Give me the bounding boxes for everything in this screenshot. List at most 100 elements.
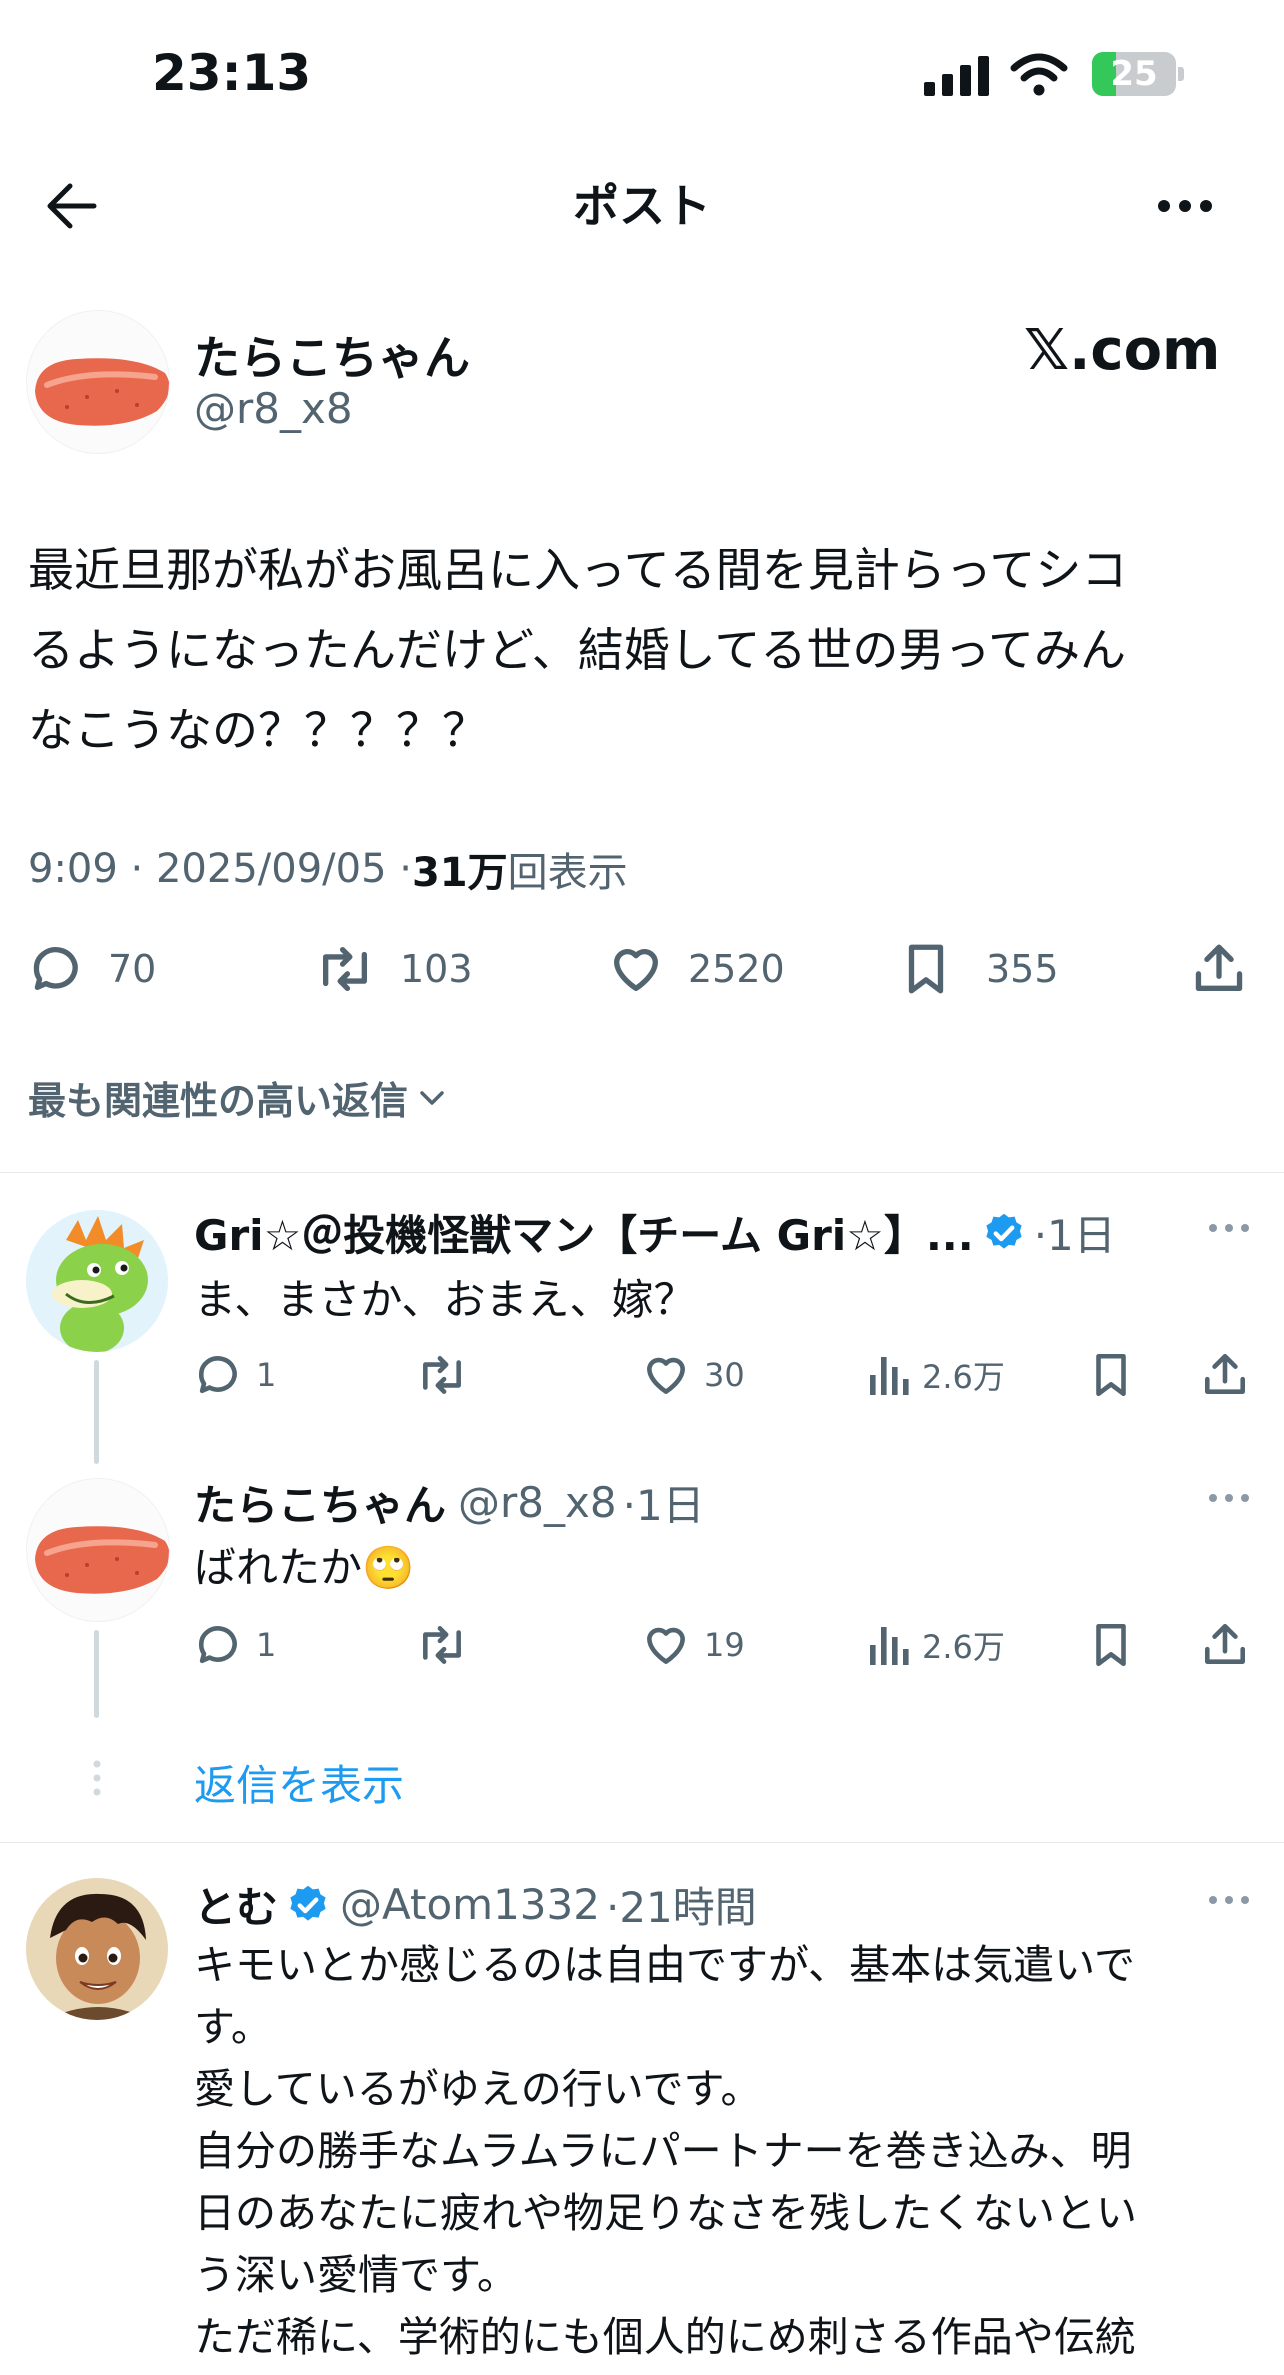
share-button[interactable] xyxy=(1190,940,1248,998)
post-meta: 9:09 · 2025/09/05 · 31万 回表示 xyxy=(28,840,628,898)
signal-icon xyxy=(924,56,992,96)
post-text-line: 最近旦那が私がお風呂に入ってる間を見計らってシコ xyxy=(28,543,1128,597)
views-action[interactable]: 2.6万 xyxy=(866,1620,1005,1670)
tarako-avatar-icon xyxy=(27,311,169,453)
reply-time[interactable]: ·1日 xyxy=(1034,1202,1116,1263)
reply-action[interactable]: 1 xyxy=(194,1350,276,1400)
reply-handle[interactable]: @r8_x8 xyxy=(458,1478,617,1527)
post-text-line: なこうなの？？？？？ xyxy=(28,703,488,757)
like-count: 30 xyxy=(704,1356,745,1394)
avatar[interactable] xyxy=(26,1210,168,1352)
repost-action[interactable] xyxy=(414,1350,470,1400)
thread-continuation-icon xyxy=(93,1760,101,1796)
reply-sort-dropdown[interactable]: 最も関連性の高い返信 xyxy=(28,1070,450,1125)
reply-action[interactable]: 1 xyxy=(194,1620,276,1670)
like-action[interactable]: 2520 xyxy=(606,940,785,998)
bookmark-action[interactable] xyxy=(1088,1620,1134,1670)
repost-icon xyxy=(423,1356,461,1394)
bookmark-count: 355 xyxy=(986,947,1059,991)
post-display-name[interactable]: たらこちゃん xyxy=(194,322,470,388)
reply-text-line: ただ稀に、学術的にも個人的にめ刺さる作品や伝統 xyxy=(194,2313,1136,2361)
reply-sort-label: 最も関連性の高い返信 xyxy=(28,1079,409,1123)
show-replies-link[interactable]: 返信を表示 xyxy=(194,1752,404,1813)
share-icon xyxy=(1195,944,1243,991)
thread-line xyxy=(94,1360,99,1464)
avatar[interactable] xyxy=(26,310,170,454)
like-count: 19 xyxy=(704,1626,745,1664)
reply-header: たらこちゃん @r8_x8 ·1日 xyxy=(194,1472,705,1533)
post-text: 最近旦那が私がお風呂に入ってる間を見計らってシコ るようになったんだけど、結婚し… xyxy=(28,530,1127,770)
more-horizontal-icon xyxy=(1209,1224,1249,1232)
reply-text-line: 自分の勝手なムラムラにパートナーを巻き込み、明 xyxy=(194,2127,1132,2175)
like-count: 2520 xyxy=(688,947,785,991)
heart-icon xyxy=(647,1627,685,1664)
reply-text-line: す。 xyxy=(194,2003,272,2051)
reply-time[interactable]: ·21時間 xyxy=(606,1874,757,1935)
chevron-down-icon xyxy=(420,1090,444,1105)
divider xyxy=(0,1842,1284,1843)
repost-icon xyxy=(323,947,367,991)
bookmark-icon xyxy=(908,944,944,994)
reply-time[interactable]: ·1日 xyxy=(623,1472,705,1533)
views-count: 31万 xyxy=(411,850,508,896)
reply-icon xyxy=(198,1626,237,1664)
battery-level: 25 xyxy=(1110,54,1158,94)
reply-display-name[interactable]: Gri☆＠投機怪獣マン【チーム Gri☆】... xyxy=(194,1202,974,1263)
reply-more-button[interactable] xyxy=(1206,1216,1252,1240)
status-time: 23:13 xyxy=(152,44,312,102)
reply-display-name[interactable]: とむ xyxy=(194,1874,278,1935)
reply-text: キモいとか感じるのは自由ですが、基本は気遣いで す。 愛しているがゆえの行いです… xyxy=(194,1934,1137,2368)
bookmark-action[interactable]: 355 xyxy=(900,940,1059,998)
more-horizontal-icon xyxy=(1209,1494,1249,1502)
post-timestamp[interactable]: 9:09 · 2025/09/05 · xyxy=(28,846,412,892)
reply-text-line: キモいとか感じるのは自由ですが、基本は気遣いで xyxy=(194,1941,1135,1989)
bookmark-action[interactable] xyxy=(1088,1350,1134,1400)
heart-icon xyxy=(647,1357,685,1394)
reply-text-line: 日のあなたに疲れや物足りなさを残したくないとい xyxy=(194,2189,1137,2237)
views-action[interactable]: 2.6万 xyxy=(866,1350,1005,1400)
reply-count: 70 xyxy=(108,947,157,991)
avatar[interactable] xyxy=(26,1478,170,1622)
battery-icon: 25 xyxy=(1092,52,1184,96)
reply-icon xyxy=(33,947,78,991)
reply-more-button[interactable] xyxy=(1206,1888,1252,1912)
status-bar: 23:13 25 xyxy=(0,0,1284,150)
repost-action[interactable] xyxy=(414,1620,470,1670)
verified-badge-icon xyxy=(290,1885,326,1921)
wifi-icon xyxy=(1010,52,1068,96)
reply-count: 1 xyxy=(256,1356,277,1394)
bookmark-icon xyxy=(1096,1353,1126,1397)
views-count: 2.6万 xyxy=(922,1628,1005,1666)
reply-text: ばれたか🙄 xyxy=(194,1543,415,1592)
reply-display-name[interactable]: たらこちゃん xyxy=(194,1472,446,1533)
reply-header: Gri☆＠投機怪獣マン【チーム Gri☆】... ·1日 xyxy=(194,1202,1116,1263)
like-action[interactable]: 30 xyxy=(640,1350,745,1400)
share-button[interactable] xyxy=(1200,1620,1250,1670)
more-options-button[interactable] xyxy=(1150,186,1220,226)
avatar[interactable] xyxy=(26,1878,168,2020)
reply-handle[interactable]: @Atom1332 xyxy=(340,1880,600,1929)
analytics-icon xyxy=(870,1627,909,1665)
divider xyxy=(0,1172,1284,1173)
verified-badge-icon xyxy=(986,1213,1022,1249)
reply-more-button[interactable] xyxy=(1206,1486,1252,1510)
reply-action[interactable]: 70 xyxy=(28,940,156,998)
share-button[interactable] xyxy=(1200,1350,1250,1400)
views-label: 回表示 xyxy=(507,850,628,896)
reply-text-line: う深い愛情です。 xyxy=(194,2251,518,2299)
bookmark-icon xyxy=(1096,1623,1126,1667)
thread-dots xyxy=(92,1758,102,1798)
reply-icon xyxy=(198,1356,237,1394)
reply-header: とむ @Atom1332 ·21時間 xyxy=(194,1874,757,1935)
reply-count: 1 xyxy=(256,1626,277,1664)
post-handle[interactable]: @r8_x8 xyxy=(194,384,353,433)
repost-icon xyxy=(423,1626,461,1664)
reply-text: ま、まさか、おまえ、嫁？ xyxy=(194,1275,696,1324)
post-text-line: るようになったんだけど、結婚してる世の男ってみん xyxy=(28,623,1127,677)
monster-avatar-icon xyxy=(26,1210,168,1352)
boy-avatar-icon xyxy=(26,1878,168,2020)
share-icon xyxy=(1205,1353,1245,1394)
repost-action[interactable]: 103 xyxy=(312,940,473,998)
like-action[interactable]: 19 xyxy=(640,1620,745,1670)
share-icon xyxy=(1205,1623,1245,1664)
